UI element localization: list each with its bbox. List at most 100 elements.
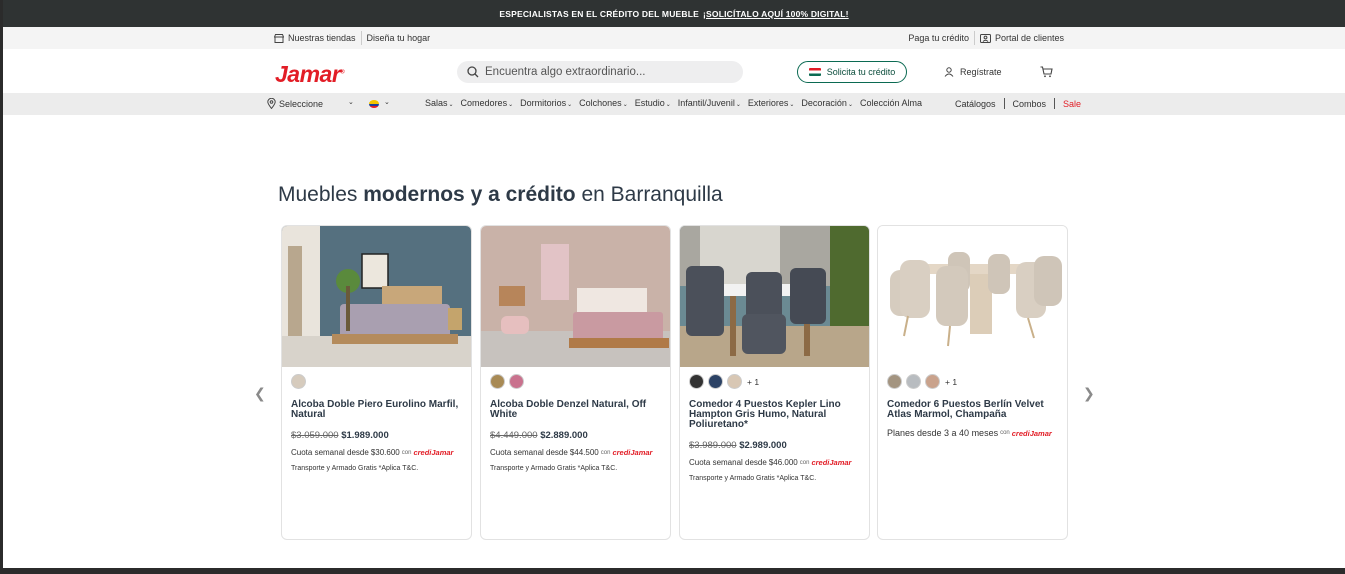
plans-label: Planes desde 3 a 40 meses xyxy=(887,428,999,438)
color-swatches xyxy=(291,373,462,390)
chevron-down-icon: ⌄ xyxy=(508,102,514,108)
nav-right: Catálogos Combos Sale xyxy=(955,98,1081,109)
product-name[interactable]: Comedor 4 Puestos Kepler Lino Hampton Gr… xyxy=(689,400,860,430)
divider xyxy=(1054,98,1056,109)
nav-item-coleccion-alma[interactable]: Colección Alma xyxy=(860,98,922,108)
location-selector[interactable]: Seleccione xyxy=(267,98,323,109)
color-swatch[interactable] xyxy=(925,374,940,389)
search-input[interactable] xyxy=(485,66,725,78)
color-swatch[interactable] xyxy=(689,374,704,389)
nav-label: Salas xyxy=(425,98,448,108)
nav-item-sale[interactable]: Sale xyxy=(1063,99,1081,109)
nav-item-colchones[interactable]: Colchones⌄ xyxy=(579,98,628,108)
product-card[interactable]: + 1 Comedor 4 Puestos Kepler Lino Hampto… xyxy=(679,225,870,540)
title-post: en Barranquilla xyxy=(575,183,723,206)
product-card[interactable]: Alcoba Doble Denzel Natural, Off White $… xyxy=(480,225,671,540)
color-swatch[interactable] xyxy=(727,374,742,389)
product-image[interactable] xyxy=(282,226,471,367)
nav-item-combos[interactable]: Combos xyxy=(1013,99,1047,109)
carousel-next-icon[interactable]: ❯ xyxy=(1083,385,1095,402)
register-label: Regístrate xyxy=(960,67,1002,77)
cuota-label: Cuota semanal desde xyxy=(490,448,568,457)
color-swatch[interactable] xyxy=(291,374,306,389)
product-name[interactable]: Comedor 6 Puestos Berlín Velvet Atlas Ma… xyxy=(887,400,1058,420)
price: $1.989.000 xyxy=(341,430,389,441)
stores-link[interactable]: Nuestras tiendas xyxy=(269,33,361,43)
chevron-down-icon: ⌄ xyxy=(847,102,853,108)
color-swatch[interactable] xyxy=(887,374,902,389)
pay-credit-label: Paga tu crédito xyxy=(908,33,969,43)
jamar-logo[interactable]: Jamar® xyxy=(275,61,345,88)
product-image[interactable] xyxy=(481,226,670,367)
nav-item-infantil[interactable]: Infantil/Juvenil⌄ xyxy=(678,98,741,108)
nav-item-estudio[interactable]: Estudio⌄ xyxy=(635,98,671,108)
old-price: $4.449.000 xyxy=(490,430,538,441)
color-swatch[interactable] xyxy=(509,374,524,389)
design-home-label: Diseña tu hogar xyxy=(366,33,431,43)
nav-item-catalogos[interactable]: Catálogos xyxy=(955,99,996,109)
nav-item-comedores[interactable]: Comedores⌄ xyxy=(461,98,514,108)
cart-button[interactable] xyxy=(1040,65,1053,83)
product-card[interactable]: + 1 Comedor 6 Puestos Berlín Velvet Atla… xyxy=(877,225,1068,540)
nav-item-decoracion[interactable]: Decoración⌄ xyxy=(801,98,853,108)
con-label: con xyxy=(1000,430,1010,436)
credijamar-logo: crediJamar xyxy=(811,458,852,467)
product-image[interactable] xyxy=(878,226,1067,367)
register-link[interactable]: Regístrate xyxy=(944,67,1002,77)
section-title: Muebles modernos y a crédito en Barranqu… xyxy=(278,183,723,207)
request-credit-button[interactable]: Solicita tu crédito xyxy=(797,61,907,83)
color-swatches xyxy=(490,373,661,390)
color-swatches: + 1 xyxy=(689,373,860,390)
nav-item-exteriores[interactable]: Exteriores⌄ xyxy=(748,98,795,108)
color-swatch[interactable] xyxy=(906,374,921,389)
request-credit-label: Solicita tu crédito xyxy=(826,67,896,77)
nav-item-salas[interactable]: Salas⌄ xyxy=(425,98,454,108)
more-colors-label[interactable]: + 1 xyxy=(747,377,759,387)
product-carousel: ❮ ❯ Alcoba Doble Piero Eurolino Marfil, … xyxy=(3,225,1345,541)
promo-text: ESPECIALISTAS EN EL CRÉDITO DEL MUEBLE xyxy=(499,8,700,19)
chevron-down-icon[interactable]: ⌄ xyxy=(384,98,390,106)
design-home-link[interactable]: Diseña tu hogar xyxy=(362,33,436,43)
promo-link[interactable]: ¡SOLICÍTALO AQUÍ 100% DIGITAL! xyxy=(703,9,849,19)
credijamar-logo: crediJamar xyxy=(413,448,454,457)
store-icon xyxy=(274,33,284,43)
cuota-value: $44.500 xyxy=(569,448,599,457)
cart-icon xyxy=(1040,66,1053,78)
client-portal-label: Portal de clientes xyxy=(994,33,1064,43)
chevron-down-icon[interactable]: ⌄ xyxy=(348,98,354,106)
location-pin-icon xyxy=(267,98,276,109)
credijamar-logo: crediJamar xyxy=(1011,428,1052,438)
carousel-prev-icon[interactable]: ❮ xyxy=(254,385,266,402)
cuota-label: Cuota semanal desde xyxy=(689,458,767,467)
product-name[interactable]: Alcoba Doble Piero Eurolino Marfil, Natu… xyxy=(291,400,462,420)
old-price: $3.989.000 xyxy=(689,440,737,451)
nav-item-dormitorios[interactable]: Dormitorios⌄ xyxy=(520,98,572,108)
price: $2.889.000 xyxy=(540,430,588,441)
chevron-down-icon: ⌄ xyxy=(735,102,741,108)
transport-note: Transporte y Armado Gratis *Aplica T&C. xyxy=(291,465,419,472)
chevron-down-icon: ⌄ xyxy=(789,102,795,108)
client-portal-link[interactable]: Portal de clientes xyxy=(975,33,1069,43)
credit-flag-icon xyxy=(808,68,821,76)
pay-credit-link[interactable]: Paga tu crédito xyxy=(903,33,974,43)
product-name[interactable]: Alcoba Doble Denzel Natural, Off White xyxy=(490,400,661,420)
credijamar-logo: crediJamar xyxy=(612,448,653,457)
dining-photo xyxy=(680,226,869,367)
bedroom-photo xyxy=(481,226,670,367)
product-image[interactable] xyxy=(680,226,869,367)
product-card[interactable]: Alcoba Doble Piero Eurolino Marfil, Natu… xyxy=(281,225,472,540)
con-label: con xyxy=(600,449,611,456)
title-bold: modernos y a crédito xyxy=(363,183,576,206)
old-price: $3.059.000 xyxy=(291,430,339,441)
color-swatch[interactable] xyxy=(490,374,505,389)
page: ESPECIALISTAS EN EL CRÉDITO DEL MUEBLE ¡… xyxy=(3,0,1345,568)
more-colors-label[interactable]: + 1 xyxy=(945,377,957,387)
price: $2.989.000 xyxy=(739,440,787,451)
title-pre: Muebles xyxy=(278,183,364,206)
colombia-flag-icon[interactable] xyxy=(369,100,379,108)
search-bar[interactable] xyxy=(457,61,743,83)
color-swatch[interactable] xyxy=(708,374,723,389)
divider xyxy=(1003,98,1005,109)
dining-photo xyxy=(878,226,1067,367)
nav-label: Infantil/Juvenil xyxy=(677,98,735,108)
